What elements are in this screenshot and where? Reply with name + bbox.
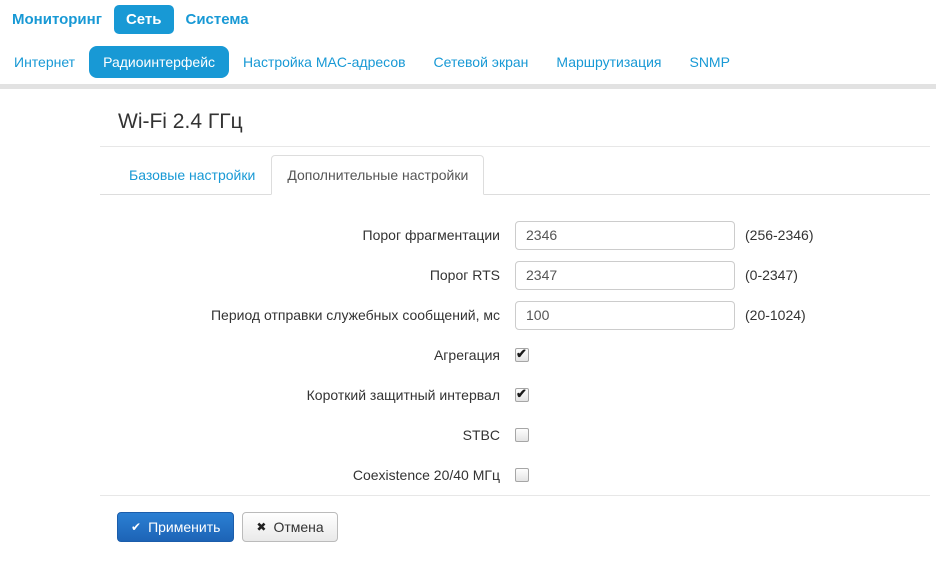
content-area: Wi-Fi 2.4 ГГц Базовые настройки Дополнит… <box>100 110 930 542</box>
router-admin-page: Мониторинг Сеть Система Интернет Радиоин… <box>0 0 936 568</box>
nav-snmp[interactable]: SNMP <box>675 46 743 78</box>
beacon-interval-input[interactable] <box>515 300 735 330</box>
beacon-interval-hint: (20-1024) <box>745 307 806 323</box>
short-guard-interval-label: Короткий защитный интервал <box>306 387 500 403</box>
nav-mac-settings[interactable]: Настройка MAC-адресов <box>229 46 420 78</box>
primary-nav: Мониторинг Сеть Система <box>0 0 936 34</box>
coexistence-checkbox[interactable] <box>515 468 529 482</box>
form-row-fragmentation-threshold: Порог фрагментации (256-2346) <box>100 215 930 255</box>
check-icon: ✔ <box>131 520 142 534</box>
advanced-settings-form: Порог фрагментации (256-2346) Порог RTS … <box>100 215 930 495</box>
stbc-checkbox[interactable] <box>515 428 529 442</box>
actions-divider <box>100 495 930 496</box>
form-row-beacon-interval: Период отправки служебных сообщений, мс … <box>100 295 930 335</box>
form-row-stbc: STBC <box>100 415 930 455</box>
form-row-coexistence: Coexistence 20/40 МГц <box>100 455 930 495</box>
tab-advanced-settings[interactable]: Дополнительные настройки <box>271 155 485 195</box>
cancel-button[interactable]: ✖ Отмена <box>242 512 338 542</box>
fragmentation-threshold-input[interactable] <box>515 220 735 250</box>
short-guard-interval-checkbox[interactable] <box>515 386 529 402</box>
fragmentation-threshold-hint: (256-2346) <box>745 227 814 243</box>
form-row-aggregation: Агрегация <box>100 335 930 375</box>
form-row-short-guard-interval: Короткий защитный интервал <box>100 375 930 415</box>
fragmentation-threshold-label: Порог фрагментации <box>362 227 500 243</box>
nav-radio-interface[interactable]: Радиоинтерфейс <box>89 46 230 78</box>
rts-threshold-hint: (0-2347) <box>745 267 798 283</box>
beacon-interval-label: Период отправки служебных сообщений, мс <box>210 307 500 323</box>
form-row-rts-threshold: Порог RTS (0-2347) <box>100 255 930 295</box>
nav-network[interactable]: Сеть <box>113 5 174 34</box>
nav-firewall[interactable]: Сетевой экран <box>420 46 543 78</box>
rts-threshold-label: Порог RTS <box>429 267 500 283</box>
stbc-label: STBC <box>462 427 500 443</box>
apply-button-label: Применить <box>148 519 221 535</box>
page-title: Wi-Fi 2.4 ГГц <box>118 110 243 133</box>
close-icon: ✖ <box>256 520 267 534</box>
nav-monitoring[interactable]: Мониторинг <box>0 5 114 34</box>
title-divider <box>100 146 930 147</box>
nav-system[interactable]: Система <box>174 5 261 34</box>
secondary-nav: Интернет Радиоинтерфейс Настройка MAC-ад… <box>0 46 936 78</box>
aggregation-checkbox[interactable] <box>515 346 529 362</box>
form-actions: ✔ Применить ✖ Отмена <box>117 512 930 542</box>
coexistence-label: Coexistence 20/40 МГц <box>352 467 500 483</box>
cancel-button-label: Отмена <box>273 519 324 535</box>
tab-basic-settings[interactable]: Базовые настройки <box>113 155 271 195</box>
nav-internet[interactable]: Интернет <box>0 46 89 78</box>
rts-threshold-input[interactable] <box>515 260 735 290</box>
settings-tabs: Базовые настройки Дополнительные настрой… <box>100 155 930 195</box>
nav-routing[interactable]: Маршрутизация <box>542 46 675 78</box>
aggregation-label: Агрегация <box>433 347 500 363</box>
apply-button[interactable]: ✔ Применить <box>117 512 235 542</box>
header-divider <box>0 84 936 89</box>
